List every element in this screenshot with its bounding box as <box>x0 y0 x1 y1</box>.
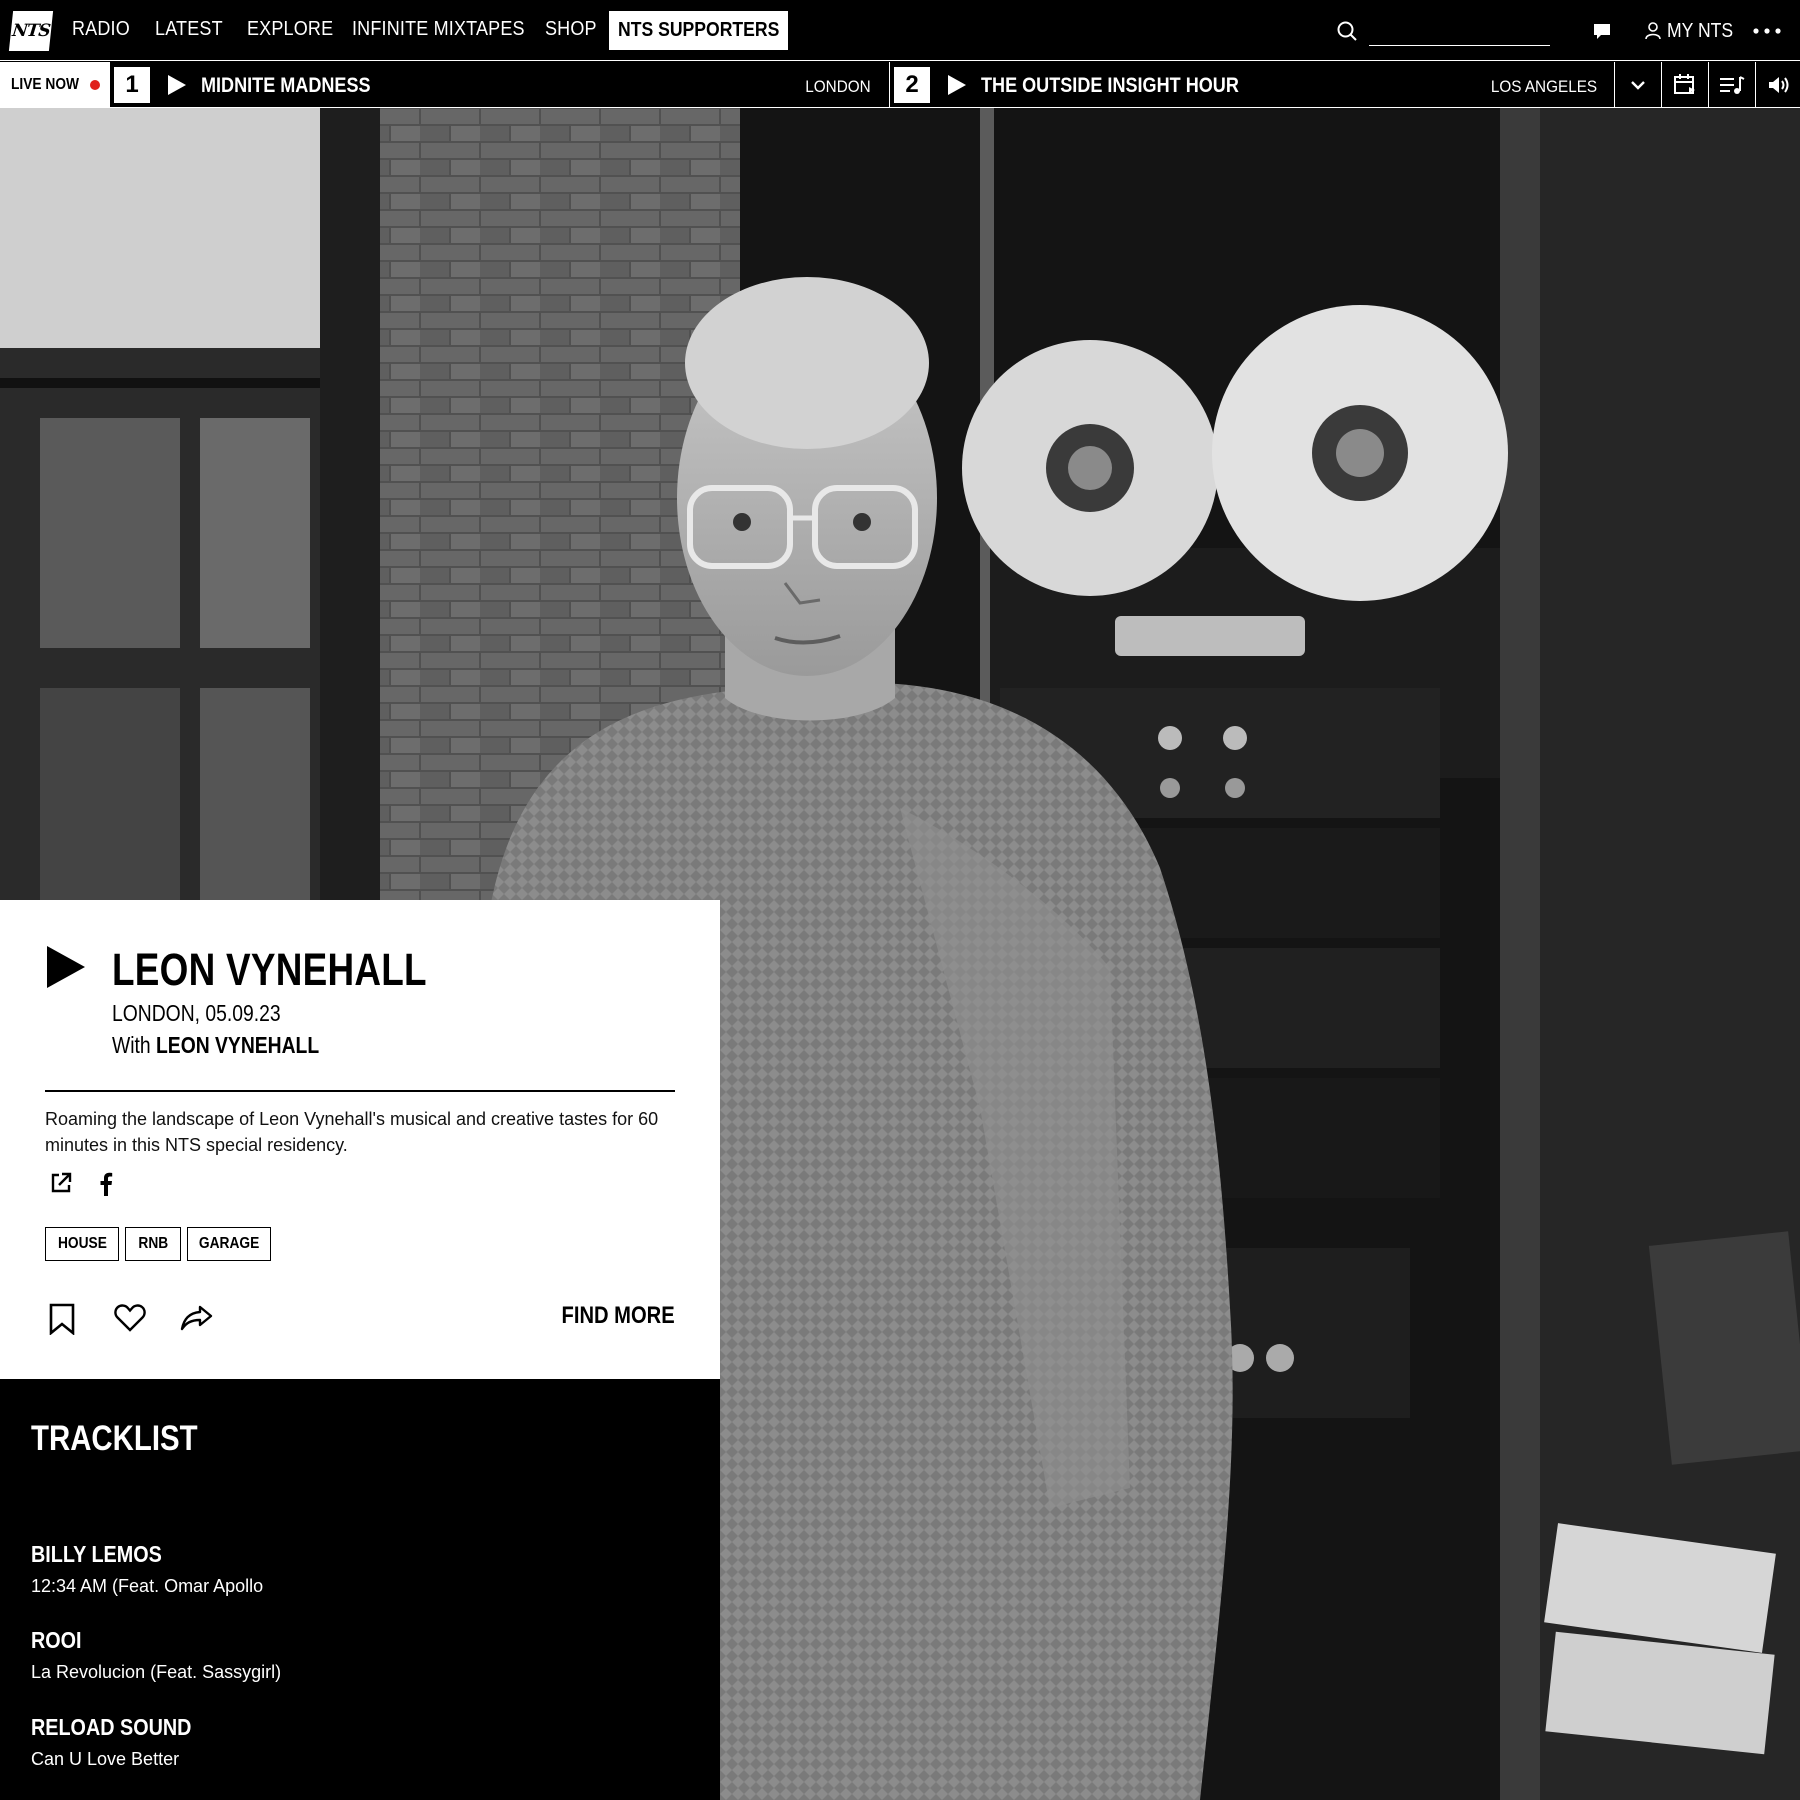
show-title: LEON VYNEHALL <box>112 944 427 995</box>
track-artist: BILLY LEMOS <box>31 1541 162 1567</box>
nav-infinite-mixtapes[interactable]: INFINITE MIXTAPES <box>352 18 525 41</box>
tracklist-heading: TRACKLIST <box>31 1419 198 1458</box>
divider <box>889 62 890 108</box>
chat-icon[interactable] <box>1592 21 1612 41</box>
calendar-icon <box>1674 74 1695 94</box>
play-icon[interactable] <box>45 944 87 990</box>
track-title: 12:34 AM (Feat. Omar Apollo <box>31 1576 264 1596</box>
show-location-date: LONDON, 05.09.23 <box>112 1000 281 1026</box>
playlist-icon <box>1720 76 1745 94</box>
search-input[interactable] <box>1369 18 1550 46</box>
my-nts-label: MY NTS <box>1667 19 1734 42</box>
genre-tag-rnb[interactable]: RNB <box>125 1227 181 1261</box>
track-item: RELOAD SOUND Can U Love Better <box>31 1714 218 1770</box>
external-link-icon[interactable] <box>50 1172 72 1194</box>
channel-1-play-icon[interactable] <box>166 74 188 96</box>
track-artist: RELOAD SOUND <box>31 1714 192 1740</box>
nav-radio[interactable]: RADIO <box>72 18 130 41</box>
live-indicator-dot <box>90 80 101 90</box>
genre-tag-label: GARAGE <box>198 1235 260 1252</box>
share-icon[interactable] <box>180 1304 214 1332</box>
nts-supporters-button[interactable]: NTS SUPPORTERS <box>609 11 788 50</box>
playlist-button[interactable] <box>1709 62 1755 108</box>
volume-button[interactable] <box>1756 62 1800 108</box>
genre-tag-label: HOUSE <box>57 1235 107 1252</box>
bookmark-icon[interactable] <box>49 1303 75 1335</box>
live-now-label: LIVE NOW <box>11 76 80 93</box>
channel-1-location: LONDON <box>805 77 871 96</box>
track-item: BILLY LEMOS 12:34 AM (Feat. Omar Apollo <box>31 1541 263 1597</box>
nav-explore[interactable]: EXPLORE <box>247 18 333 41</box>
user-icon <box>1645 22 1661 40</box>
genre-tag-house[interactable]: HOUSE <box>45 1227 119 1261</box>
track-title: Can U Love Better <box>31 1749 180 1769</box>
show-host-link[interactable]: LEON VYNEHALL <box>156 1032 319 1058</box>
show-card: LEON VYNEHALL LONDON, 05.09.23 With LEON… <box>0 900 720 1379</box>
facebook-icon[interactable] <box>98 1172 114 1196</box>
search-icon[interactable] <box>1336 20 1358 42</box>
my-nts-button[interactable]: MY NTS <box>1645 18 1742 44</box>
channel-2-location: LOS ANGELES <box>1490 77 1597 96</box>
nav-shop[interactable]: SHOP <box>545 18 597 41</box>
tracklist-panel: TRACKLIST BILLY LEMOS 12:34 AM (Feat. Om… <box>0 1379 720 1800</box>
heart-icon[interactable] <box>114 1304 146 1332</box>
volume-icon <box>1769 77 1789 93</box>
track-title: La Revolucion (Feat. Sassygirl) <box>31 1662 282 1682</box>
live-now-badge: LIVE NOW <box>0 62 110 108</box>
show-host: With LEON VYNEHALL <box>112 1032 319 1059</box>
expand-button[interactable] <box>1615 62 1661 108</box>
channel-2-title[interactable]: THE OUTSIDE INSIGHT HOUR <box>981 74 1239 98</box>
nav-latest[interactable]: LATEST <box>155 18 223 41</box>
genre-tag-garage[interactable]: GARAGE <box>187 1227 271 1261</box>
track-item: ROOI La Revolucion (Feat. Sassygirl) <box>31 1627 281 1683</box>
show-host-prefix: With <box>112 1032 157 1058</box>
find-more-link[interactable]: FIND MORE <box>562 1302 675 1330</box>
show-description: Roaming the landscape of Leon Vynehall's… <box>45 1109 659 1155</box>
channel-1-title[interactable]: MIDNITE MADNESS <box>201 74 371 98</box>
channel-1-number[interactable]: 1 <box>114 67 150 103</box>
nts-logo[interactable]: NTS <box>8 11 54 51</box>
channel-2-play-icon[interactable] <box>946 74 968 96</box>
track-artist: ROOI <box>31 1627 82 1653</box>
chevron-down-icon <box>1631 81 1645 90</box>
genre-tag-label: RNB <box>138 1235 168 1252</box>
nts-supporters-label: NTS SUPPORTERS <box>617 19 780 41</box>
divider <box>45 1090 675 1092</box>
live-bar: LIVE NOW 1 MIDNITE MADNESS LONDON 2 THE … <box>0 62 1800 108</box>
more-icon[interactable] <box>1752 20 1782 42</box>
channel-2-number[interactable]: 2 <box>894 67 930 103</box>
schedule-button[interactable] <box>1662 62 1708 108</box>
top-navigation: NTS RADIO LATEST EXPLORE INFINITE MIXTAP… <box>0 0 1800 61</box>
